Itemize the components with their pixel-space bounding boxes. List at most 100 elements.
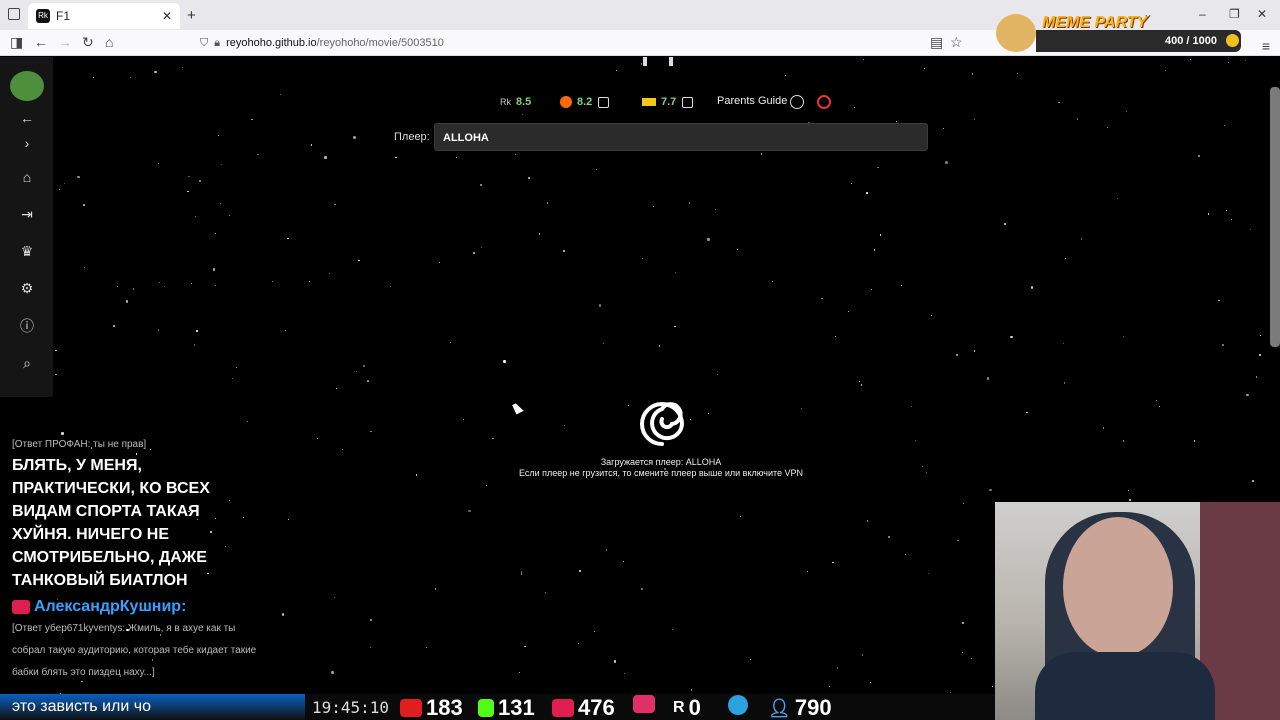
- new-tab-button[interactable]: +: [187, 7, 196, 24]
- star: [1080, 238, 1083, 240]
- search-icon[interactable]: ⌕: [18, 354, 36, 372]
- pepe-logo-icon[interactable]: [10, 71, 44, 101]
- tab-title: F1: [56, 9, 71, 23]
- star: [356, 370, 358, 372]
- close-window-button[interactable]: ✕: [1257, 7, 1267, 21]
- rating-reyohoho: Rk 8.5: [500, 94, 531, 110]
- back-icon[interactable]: ←: [18, 109, 36, 127]
- star: [658, 345, 661, 347]
- star: [324, 156, 327, 159]
- streamer-face: [1063, 517, 1173, 657]
- login-icon[interactable]: ⇥: [18, 205, 36, 223]
- star: [125, 300, 129, 303]
- star: [287, 237, 289, 240]
- forward-button[interactable]: →: [58, 34, 72, 50]
- movie-title-fragment: [641, 57, 677, 67]
- star: [187, 190, 189, 193]
- star: [1058, 101, 1060, 104]
- star: [860, 384, 863, 386]
- star: [193, 344, 196, 346]
- star: [369, 618, 373, 622]
- star: [212, 268, 216, 271]
- star: [1016, 72, 1019, 75]
- youtube-icon: [400, 699, 422, 717]
- star: [492, 437, 494, 440]
- star: [690, 689, 693, 691]
- star: [335, 388, 337, 390]
- app-menu-icon[interactable]: ≡: [1262, 38, 1270, 54]
- r-viewers: R 0: [673, 695, 701, 720]
- star: [931, 314, 933, 316]
- smile-icon[interactable]: [790, 95, 804, 109]
- star: [578, 569, 582, 573]
- star: [821, 297, 823, 300]
- star: [271, 280, 273, 282]
- star: [688, 202, 691, 204]
- chat-overlay: [Ответ ПРОФАН: ты не прав] БЛЯТЬ, У МЕНЯ…: [12, 439, 262, 684]
- clock-icon[interactable]: [817, 95, 831, 109]
- star: [869, 681, 872, 684]
- star: [369, 646, 372, 649]
- star: [527, 176, 531, 180]
- player-select[interactable]: ALLOHA: [434, 123, 928, 151]
- close-tab-icon[interactable]: ✕: [162, 9, 172, 23]
- trophy-icon[interactable]: ♛: [18, 242, 36, 260]
- star: [462, 418, 465, 421]
- star: [955, 353, 959, 357]
- imdb-rating-icon: [642, 98, 656, 106]
- star: [563, 425, 565, 427]
- star: [896, 120, 898, 122]
- star: [923, 67, 926, 70]
- star: [641, 257, 644, 260]
- lock-icon[interactable]: 🔒︎: [214, 37, 220, 50]
- user-icon: 👤︎: [768, 697, 791, 718]
- coin-icon: [1226, 34, 1239, 47]
- bookmark-star-icon[interactable]: ☆: [950, 34, 963, 51]
- parents-guide-link[interactable]: Parents Guide: [717, 95, 787, 107]
- star: [1222, 344, 1224, 346]
- external-link-icon[interactable]: [682, 96, 694, 108]
- home-button[interactable]: ⌂: [105, 34, 113, 50]
- reader-view-icon[interactable]: ▤: [930, 34, 943, 51]
- gear-icon[interactable]: ⚙: [18, 279, 36, 297]
- telegram-icon: [728, 695, 748, 715]
- star: [1225, 209, 1228, 212]
- star: [481, 247, 483, 249]
- star: [538, 233, 541, 235]
- star: [395, 156, 397, 159]
- star: [215, 284, 217, 286]
- star: [334, 596, 336, 598]
- info-icon[interactable]: ⓘ: [18, 317, 36, 335]
- star: [61, 432, 64, 435]
- shield-icon[interactable]: ⛉: [200, 37, 208, 50]
- url-bar[interactable]: ⛉ 🔒︎ reyohoho.github.io /reyohoho/movie/…: [200, 32, 970, 54]
- scrollbar[interactable]: [1270, 87, 1280, 347]
- star: [363, 365, 365, 367]
- home-icon[interactable]: ⌂: [18, 168, 36, 186]
- star: [707, 238, 710, 241]
- star: [962, 503, 964, 505]
- external-link-icon[interactable]: [598, 96, 610, 108]
- star: [640, 587, 644, 591]
- star: [1218, 299, 1220, 302]
- star: [181, 67, 183, 69]
- star: [77, 175, 80, 179]
- star: [595, 168, 598, 171]
- back-button[interactable]: ←: [34, 34, 48, 50]
- star: [1231, 218, 1233, 220]
- star: [942, 127, 944, 129]
- tab-active[interactable]: Rk F1 ✕: [28, 3, 180, 29]
- reload-button[interactable]: ↻: [82, 34, 94, 51]
- star: [652, 206, 654, 208]
- rating-imdb[interactable]: 7.7: [642, 94, 694, 110]
- forward-icon[interactable]: ›: [18, 134, 36, 152]
- star: [503, 360, 506, 363]
- tab-list-icon[interactable]: [8, 8, 20, 20]
- rating-kinopoisk[interactable]: 8.2: [560, 94, 610, 110]
- star: [1165, 69, 1167, 71]
- star: [163, 286, 165, 288]
- star: [961, 651, 963, 653]
- star: [616, 69, 618, 71]
- meme-party-widget: 400 / 1000 MEME PARTY: [996, 14, 1246, 52]
- sidebar-toggle-icon[interactable]: ◨: [10, 34, 23, 51]
